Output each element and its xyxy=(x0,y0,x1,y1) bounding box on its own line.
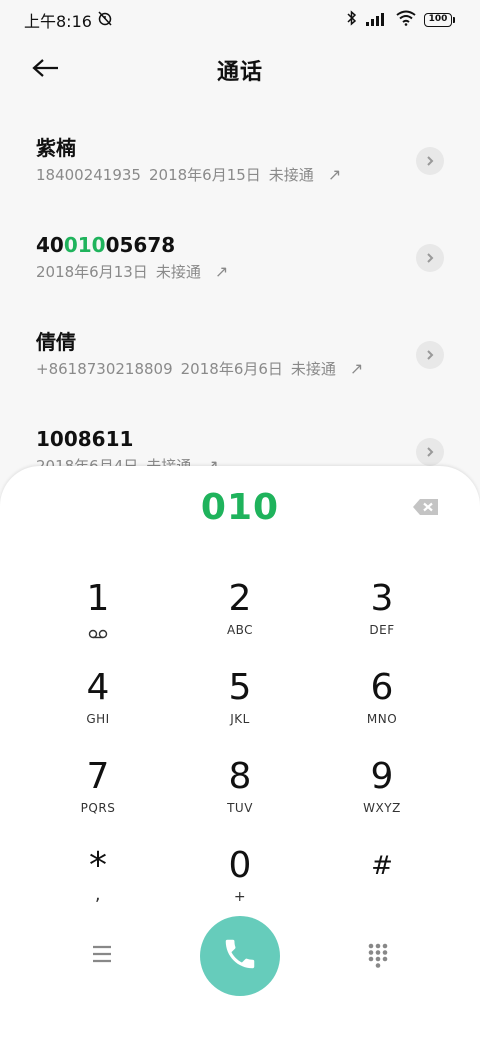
phone-icon xyxy=(221,935,259,977)
call-list: 紫楠 18400241935 2018年6月15日 未接通 ↗ 40010056… xyxy=(0,110,480,498)
keypad-icon xyxy=(366,943,390,972)
name-match-highlight: 010 xyxy=(63,233,106,257)
chevron-right-icon xyxy=(425,249,435,268)
key-digit: 7 xyxy=(86,756,110,797)
outgoing-arrow-icon: ↗ xyxy=(349,359,364,378)
key-7[interactable]: 7 PQRS xyxy=(28,756,168,836)
key-letters: JKL xyxy=(230,712,250,726)
key-5[interactable]: 5 JKL xyxy=(170,667,310,747)
call-status: 未接通 xyxy=(268,166,314,184)
chevron-right-icon xyxy=(425,346,435,365)
battery-indicator: 100 xyxy=(424,13,455,27)
key-letters: WXYZ xyxy=(363,801,401,815)
call-meta: 18400241935 2018年6月15日 未接通 ↗ xyxy=(36,164,444,186)
key-letters: TUV xyxy=(227,801,253,815)
call-number: 18400241935 xyxy=(36,166,141,184)
status-bar: 上午8:16 100 xyxy=(0,0,480,40)
call-meta: +8618730218809 2018年6月6日 未接通 ↗ xyxy=(36,358,444,380)
key-letters: MNO xyxy=(366,712,398,726)
key-digit: 5 xyxy=(228,667,252,708)
status-left: 上午8:16 xyxy=(24,8,114,32)
key-digit: 8 xyxy=(228,756,252,797)
outgoing-arrow-icon: ↗ xyxy=(214,262,229,281)
call-detail-button[interactable] xyxy=(416,341,444,369)
key-digit: 0 xyxy=(228,845,252,886)
contact-name: 紫楠 xyxy=(36,136,76,160)
voicemail-icon xyxy=(88,624,108,643)
contact-name: 4001005678 xyxy=(36,231,444,259)
key-letters: GHI xyxy=(86,712,110,726)
alarm-off-icon xyxy=(96,9,114,31)
key-6[interactable]: 6 MNO xyxy=(312,667,452,747)
call-detail-button[interactable] xyxy=(416,147,444,175)
contact-name: 1008611 xyxy=(36,427,134,451)
status-right: 100 xyxy=(346,10,455,30)
key-letters: + xyxy=(233,889,247,905)
call-button[interactable] xyxy=(200,916,280,996)
name-prefix: 40 xyxy=(36,233,64,257)
call-status: 未接通 xyxy=(155,263,201,281)
page-title: 通话 xyxy=(216,60,263,85)
keypad-toggle-button[interactable] xyxy=(366,942,390,968)
backspace-button[interactable] xyxy=(412,496,440,518)
call-status: 未接通 xyxy=(290,360,336,378)
key-letters: , xyxy=(94,884,102,905)
signal-icon xyxy=(366,11,388,30)
call-detail-button[interactable] xyxy=(416,244,444,272)
call-meta: 2018年6月13日 未接通 ↗ xyxy=(36,261,444,283)
menu-button[interactable] xyxy=(90,942,114,966)
key-9[interactable]: 9 WXYZ xyxy=(312,756,452,836)
status-time: 上午8:16 xyxy=(24,12,92,31)
arrow-left-icon xyxy=(32,58,60,82)
call-list-item[interactable]: 紫楠 18400241935 2018年6月15日 未接通 ↗ xyxy=(0,110,480,207)
outgoing-arrow-icon: ↗ xyxy=(327,165,342,184)
key-8[interactable]: 8 TUV xyxy=(170,756,310,836)
back-button[interactable] xyxy=(26,54,66,86)
key-digit: 4 xyxy=(86,667,110,708)
key-2[interactable]: 2 ABC xyxy=(170,578,310,658)
call-date: 2018年6月13日 xyxy=(36,263,148,281)
call-date: 2018年6月15日 xyxy=(148,166,261,184)
call-number: +8618730218809 xyxy=(36,360,173,378)
key-letters: PQRS xyxy=(80,801,116,815)
key-letters: ABC xyxy=(226,623,254,637)
key-digit: # xyxy=(371,851,393,881)
dialpad-panel: 010 1 2 ABC 3 DEF 4 GHI 5 JKL 6 MNO 7 PQ… xyxy=(0,466,480,1040)
key-hash[interactable]: # xyxy=(312,845,452,925)
key-digit: 1 xyxy=(86,578,110,619)
call-list-item[interactable]: 倩倩 +8618730218809 2018年6月6日 未接通 ↗ xyxy=(0,304,480,401)
key-digit: 2 xyxy=(228,578,252,619)
name-suffix: 05678 xyxy=(105,233,176,257)
key-1[interactable]: 1 xyxy=(28,578,168,658)
key-digit: * xyxy=(89,845,107,886)
chevron-right-icon xyxy=(425,152,435,171)
dialed-number-display: 010 xyxy=(200,487,280,528)
key-4[interactable]: 4 GHI xyxy=(28,667,168,747)
wifi-icon xyxy=(396,10,416,30)
key-letters: DEF xyxy=(369,623,395,637)
key-digit: 3 xyxy=(370,578,394,619)
menu-icon xyxy=(90,945,114,970)
chevron-right-icon xyxy=(425,443,435,462)
key-digit: 6 xyxy=(370,667,394,708)
call-date: 2018年6月6日 xyxy=(180,360,283,378)
key-digit: 9 xyxy=(370,756,394,797)
dialpad-bottom-bar xyxy=(0,916,480,996)
key-0[interactable]: 0 + xyxy=(170,845,310,925)
header: 通话 xyxy=(0,40,480,100)
call-detail-button[interactable] xyxy=(416,438,444,466)
backspace-icon xyxy=(412,499,440,522)
key-3[interactable]: 3 DEF xyxy=(312,578,452,658)
contact-name: 倩倩 xyxy=(36,330,76,354)
call-list-item[interactable]: 4001005678 2018年6月13日 未接通 ↗ xyxy=(0,207,480,304)
key-star[interactable]: * , xyxy=(28,845,168,925)
bluetooth-icon xyxy=(346,10,358,30)
